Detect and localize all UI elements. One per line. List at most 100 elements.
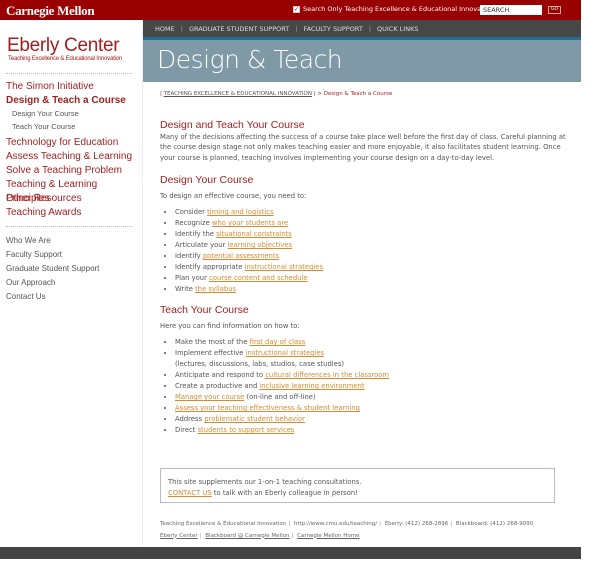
cmu-logo[interactable]: Carnegie Mellon xyxy=(6,3,95,19)
list-item: Identify appropriate instructional strat… xyxy=(175,262,570,273)
item-link[interactable]: problematic student behavior xyxy=(204,415,305,423)
list-item: Recognize who your students are xyxy=(175,218,570,229)
item-link[interactable]: course content and schedule xyxy=(209,274,307,282)
nav-separator: | xyxy=(180,24,183,33)
sidebar-item-teaching-awards[interactable]: Teaching Awards xyxy=(6,206,81,220)
search-input[interactable] xyxy=(480,5,542,15)
design-list: Consider timing and logisticsRecognize w… xyxy=(175,207,570,295)
sidebar-item-other-resources[interactable]: Other Resources xyxy=(6,192,82,206)
footer-url: http://www.cmu.edu/teaching/ xyxy=(293,521,378,527)
list-item: Create a productive and inclusive learni… xyxy=(175,381,570,392)
item-text: Plan your xyxy=(175,274,210,283)
footer-link-cmu-home[interactable]: Carnegie Mellon Home xyxy=(297,533,359,539)
item-link[interactable]: Manage your course xyxy=(175,393,244,401)
callout-text-2: to talk with an Eberly colleague in pers… xyxy=(211,488,358,497)
checkbox-icon[interactable]: ✓ xyxy=(293,5,300,13)
item-text: Make the most of the xyxy=(175,338,250,347)
nav-graduate-student-support[interactable]: GRADUATE STUDENT SUPPORT xyxy=(189,25,289,33)
sidebar-item-technology[interactable]: Technology for Education xyxy=(6,136,118,150)
item-link[interactable]: Assess your teaching effectiveness & stu… xyxy=(175,404,360,412)
teach-heading: Teach Your Course xyxy=(160,304,249,317)
design-lead: To design an effective course, you need … xyxy=(160,191,307,200)
list-item: Consider timing and logistics xyxy=(175,207,570,218)
footer: Teaching Excellence & Educational Innova… xyxy=(160,521,534,539)
contact-callout: This site supplements our 1-on-1 teachin… xyxy=(160,468,555,503)
item-text: Consider xyxy=(175,208,208,217)
item-link[interactable]: instructional strategies xyxy=(246,349,324,357)
breadcrumb-link-home[interactable]: TEACHING EXCELLENCE & EDUCATIONAL INNOVA… xyxy=(164,91,312,97)
sidebar-item-assess[interactable]: Assess Teaching & Learning xyxy=(6,150,132,164)
item-link[interactable]: potential assessments xyxy=(203,252,279,260)
banner-title: Design & Teach xyxy=(157,45,343,74)
breadcrumb: | TEACHING EXCELLENCE & EDUCATIONAL INNO… xyxy=(160,91,392,97)
list-item: Make the most of the first day of class xyxy=(175,337,570,348)
footer-link-eberly[interactable]: Eberly Center xyxy=(160,533,198,539)
sidebar-item-design-teach[interactable]: Design & Teach a Course xyxy=(6,94,126,108)
sidebar-link-graduate-support[interactable]: Graduate Student Support xyxy=(6,264,99,273)
item-link[interactable]: instructional strategies xyxy=(245,263,323,271)
footer-link-blackboard[interactable]: Blackboard @ Carnegie Mellon xyxy=(205,533,289,539)
item-link[interactable]: situational constraints xyxy=(216,230,292,238)
sidebar-link-who-we-are[interactable]: Who We Are xyxy=(6,236,51,245)
search-only-label: Search Only Teaching Excellence & Educat… xyxy=(303,5,494,13)
item-link[interactable]: timing and logistics xyxy=(207,208,273,216)
page-banner: Design & Teach xyxy=(143,40,581,82)
list-item: Anticipate and respond to cultural diffe… xyxy=(175,370,570,381)
eberly-center-logo[interactable]: Eberly Center xyxy=(7,35,120,57)
list-item: Manage your course (on-line and off-line… xyxy=(175,392,570,403)
list-item: Plan your course content and schedule xyxy=(175,273,570,284)
item-text: Write xyxy=(175,285,196,294)
nav-faculty-support[interactable]: FACULTY SUPPORT xyxy=(303,25,362,33)
item-link[interactable]: learning objectives xyxy=(228,241,292,249)
sidebar-subitem-teach-your-course[interactable]: Teach Your Course xyxy=(12,122,75,131)
nav-home[interactable]: HOME xyxy=(155,25,175,33)
item-text: Articulate your xyxy=(175,241,228,250)
intro-paragraph: Many of the decisions affecting the succ… xyxy=(160,133,566,162)
list-item: Implement effective instructional strate… xyxy=(175,348,570,370)
item-note: (lectures, discussions, labs, studios, c… xyxy=(175,360,345,369)
sidebar-item-simon-initiative[interactable]: The Simon Initiative xyxy=(6,80,94,94)
list-item: Identify the situational constraints xyxy=(175,229,570,240)
item-link[interactable]: cultural differences in the classroom xyxy=(265,371,389,379)
item-link[interactable]: first day of class xyxy=(250,338,306,346)
item-text: Implement effective xyxy=(175,349,246,358)
divider xyxy=(6,226,132,227)
nav-separator: | xyxy=(295,24,298,33)
teach-lead: Here you can find information on how to: xyxy=(160,322,300,331)
page-heading: Design and Teach Your Course xyxy=(160,119,305,131)
teach-list: Make the most of the first day of classI… xyxy=(175,337,570,436)
item-text: Identify xyxy=(175,252,203,261)
item-text: Create a productive and xyxy=(175,382,260,391)
nav-separator: | xyxy=(368,24,372,33)
list-item: Direct students to support services xyxy=(175,425,570,436)
contact-us-link[interactable]: CONTACT US xyxy=(168,489,212,497)
list-item: Write the syllabus xyxy=(175,284,570,295)
item-link[interactable]: students to support services xyxy=(198,426,295,434)
search-only-checkbox[interactable]: ✓ Search Only Teaching Excellence & Educ… xyxy=(293,5,494,13)
bottom-bar xyxy=(0,547,581,559)
item-link[interactable]: who your students are xyxy=(212,219,288,227)
footer-eberly-phone: Eberly: (412) 268-2896 xyxy=(384,521,449,527)
sidebar-link-our-approach[interactable]: Our Approach xyxy=(6,278,55,287)
main-content: Design and Teach Your Course Many of the… xyxy=(160,119,570,436)
design-heading: Design Your Course xyxy=(160,173,254,186)
item-link[interactable]: inclusive learning environment xyxy=(259,382,364,390)
go-button[interactable]: GO xyxy=(548,6,561,14)
sidebar-link-faculty-support[interactable]: Faculty Support xyxy=(6,250,62,259)
item-text: Direct xyxy=(175,426,198,435)
breadcrumb-current: | > Design & Teach a Course xyxy=(311,91,393,97)
list-item: Address problematic student behavior xyxy=(175,414,570,425)
item-text: Identify appropriate xyxy=(175,263,245,272)
sidebar-item-solve-problem[interactable]: Solve a Teaching Problem xyxy=(6,164,122,178)
sidebar-subitem-design-your-course[interactable]: Design Your Course xyxy=(12,109,79,118)
nav-quick-links[interactable]: QUICK LINKS xyxy=(377,25,418,33)
item-text: Identify the xyxy=(175,230,217,239)
list-item: Assess your teaching effectiveness & stu… xyxy=(175,403,570,414)
item-link[interactable]: the syllabus xyxy=(195,285,236,293)
list-item: Identify potential assessments xyxy=(175,251,570,262)
sidebar-link-contact-us[interactable]: Contact Us xyxy=(6,292,46,301)
item-text: Anticipate and respond to xyxy=(175,371,266,380)
top-bar: Carnegie Mellon ✓ Search Only Teaching E… xyxy=(0,0,581,20)
callout-text: This site supplements our 1-on-1 teachin… xyxy=(168,478,362,486)
footer-org: Teaching Excellence & Educational Innova… xyxy=(160,521,287,527)
